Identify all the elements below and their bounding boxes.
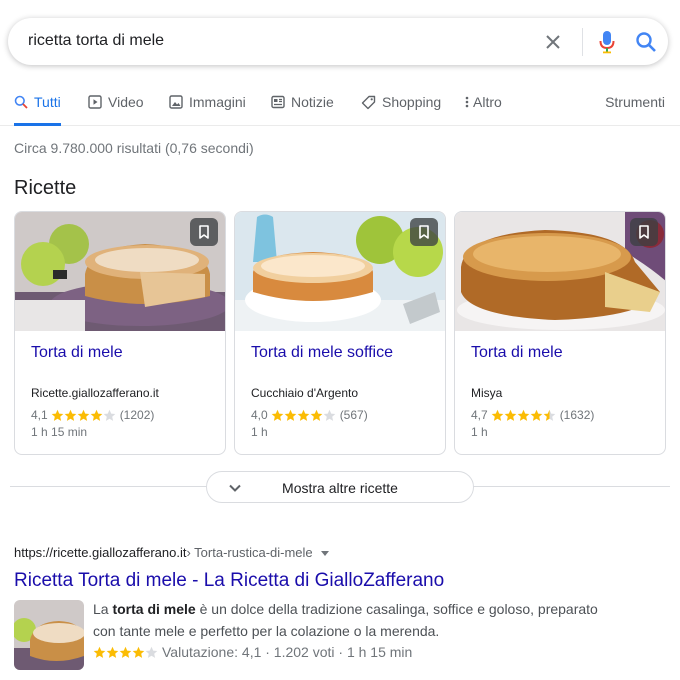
star-icon (504, 409, 517, 422)
search-bar-separator (582, 28, 583, 56)
star-icon (517, 409, 530, 422)
result-stats: Circa 9.780.000 risultati (0,76 secondi) (14, 140, 254, 156)
star-icon (119, 646, 132, 659)
star-icon (543, 409, 556, 422)
search-icon (636, 32, 656, 52)
rating-stars (491, 409, 556, 422)
tab-video[interactable]: Video (88, 94, 144, 126)
recipe-title: Torta di mele (471, 344, 563, 361)
snippet-highlight: torta di mele (112, 601, 196, 617)
video-icon (88, 95, 102, 109)
result-url[interactable]: https://ricette.giallozafferano.it › Tor… (14, 545, 330, 560)
news-icon (271, 95, 285, 109)
close-icon (546, 35, 560, 49)
star-icon (103, 409, 116, 422)
star-icon (310, 409, 323, 422)
star-icon (271, 409, 284, 422)
star-icon (77, 409, 90, 422)
save-recipe-button[interactable] (630, 218, 658, 246)
tab-label: Notizie (291, 94, 334, 110)
search-tabs: Tutti Video Immagini Notizie Shopping Al… (0, 88, 680, 126)
search-icon (14, 95, 28, 109)
star-icon (530, 409, 543, 422)
star-icon (145, 646, 158, 659)
caret-down-icon[interactable] (320, 548, 330, 558)
tab-notizie[interactable]: Notizie (271, 94, 334, 126)
tab-immagini[interactable]: Immagini (169, 94, 246, 126)
recipes-heading: Ricette (14, 177, 77, 199)
bookmark-icon (639, 225, 649, 239)
star-icon (51, 409, 64, 422)
voice-search-button[interactable] (594, 28, 620, 56)
recipe-source: Cucchiaio d'Argento (251, 386, 359, 400)
result-title-link[interactable]: Ricetta Torta di mele - La Ricetta di Gi… (14, 570, 444, 592)
save-recipe-button[interactable] (190, 218, 218, 246)
recipe-time: 1 h 15 min (31, 425, 88, 439)
result-rating-meta: Valutazione: 4,1 · 1.202 voti · 1 h 15 m… (93, 644, 412, 660)
recipe-source: Misya (471, 386, 503, 400)
recipe-time: 1 h (251, 425, 268, 439)
search-input[interactable]: ricetta torta di mele (28, 32, 164, 50)
star-icon (297, 409, 310, 422)
recipe-source: Ricette.giallozafferano.it (31, 386, 159, 400)
recipe-thumbnail (235, 212, 445, 331)
search-button[interactable] (632, 28, 660, 56)
recipe-rating: 4,1 (1202) (31, 408, 154, 422)
show-more-recipes-button[interactable]: Mostra altre ricette (206, 471, 474, 503)
rating-number: 4,7 (471, 408, 488, 422)
star-icon (491, 409, 504, 422)
snippet-text: La (93, 601, 113, 617)
recipe-title: Torta di mele (31, 344, 123, 361)
search-bar[interactable]: ricetta torta di mele (8, 18, 668, 65)
recipe-thumbnail (15, 212, 225, 331)
rating-stars (93, 646, 158, 659)
recipe-thumbnail (455, 212, 665, 331)
rating-stars (271, 409, 336, 422)
star-icon (284, 409, 297, 422)
tab-label: Altro (473, 94, 502, 110)
result-domain: https://ricette.giallozafferano.it (14, 545, 187, 560)
recipe-card-3[interactable]: Torta di mele Misya 4,7 (1632) 1 h (454, 211, 666, 455)
tag-icon (361, 95, 376, 110)
recipe-time: 1 h (471, 425, 488, 439)
rating-count: (1632) (559, 408, 595, 422)
result-breadcrumb: › Torta-rustica-di-mele (186, 545, 313, 560)
recipe-card-2[interactable]: Torta di mele soffice Cucchiaio d'Argent… (234, 211, 446, 455)
star-icon (323, 409, 336, 422)
recipe-rating: 4,7 (1632) (471, 408, 594, 422)
tab-label: Shopping (382, 94, 442, 110)
star-icon (132, 646, 145, 659)
bookmark-icon (199, 225, 209, 239)
rating-number: 4,0 (251, 408, 268, 422)
tab-label: Immagini (189, 94, 246, 110)
tab-shopping[interactable]: Shopping (361, 94, 441, 126)
result-thumbnail[interactable] (14, 600, 84, 670)
star-icon (106, 646, 119, 659)
microphone-icon (599, 31, 615, 54)
recipe-card-1[interactable]: Torta di mele Ricette.giallozafferano.it… (14, 211, 226, 455)
clear-button[interactable] (540, 29, 566, 55)
recipe-title: Torta di mele soffice (251, 344, 393, 361)
tab-altro[interactable]: Altro (465, 94, 502, 126)
recipe-rating: 4,0 (567) (251, 408, 368, 422)
result-snippet: La torta di mele è un dolce della tradiz… (93, 598, 613, 642)
rating-stars (51, 409, 116, 422)
image-icon (169, 95, 183, 109)
result-meta-text: Valutazione: 4,1 · 1.202 voti · 1 h 15 m… (162, 644, 413, 660)
tab-label: Tutti (34, 94, 61, 110)
rating-number: 4,1 (31, 408, 48, 422)
star-icon (93, 646, 106, 659)
bookmark-icon (419, 225, 429, 239)
rating-count: (1202) (119, 408, 155, 422)
tools-button[interactable]: Strumenti (605, 94, 665, 110)
tab-label: Video (108, 94, 144, 110)
tab-tutti[interactable]: Tutti (14, 94, 61, 126)
save-recipe-button[interactable] (410, 218, 438, 246)
more-vert-icon (465, 95, 469, 109)
show-more-label: Mostra altre ricette (282, 480, 398, 496)
rating-count: (567) (339, 408, 368, 422)
star-icon (90, 409, 103, 422)
star-icon (64, 409, 77, 422)
